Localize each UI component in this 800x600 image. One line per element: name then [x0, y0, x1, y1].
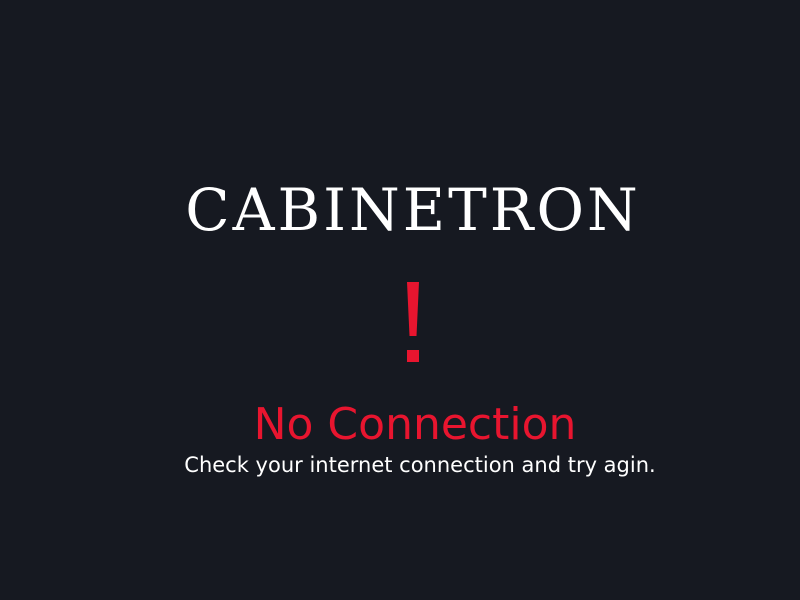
error-message: Check your internet connection and try a… [184, 453, 656, 477]
error-title: No Connection [253, 399, 577, 450]
brand-logo: CABINETRON [185, 176, 641, 244]
no-connection-screen: CABINETRON No Connection Check your inte… [0, 0, 800, 600]
exclamation-icon [0, 274, 800, 370]
